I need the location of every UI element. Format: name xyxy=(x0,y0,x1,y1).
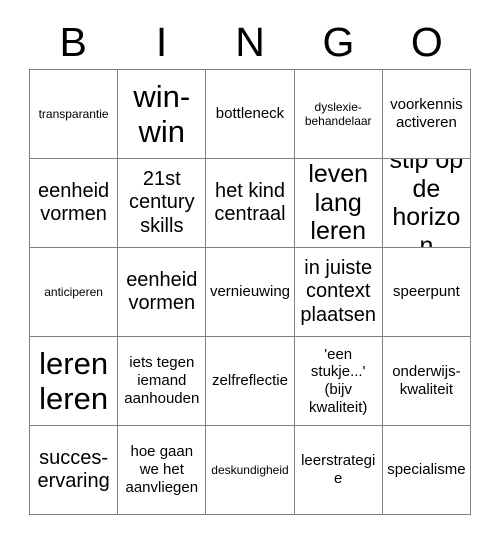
bingo-cell[interactable]: zelfreflectie xyxy=(206,337,295,426)
header-letter-b: B xyxy=(59,19,87,65)
bingo-cell-text: leren leren xyxy=(39,345,109,416)
bingo-cell[interactable]: 'een stukje...' (bijv kwaliteit) xyxy=(294,337,383,426)
bingo-cell[interactable]: win-win xyxy=(118,70,207,159)
bingo-cell[interactable]: speerpunt xyxy=(382,248,471,337)
bingo-cell-text: hoe gaan we het aanvliegen xyxy=(125,443,199,496)
bingo-cell[interactable]: vernieuwing xyxy=(206,248,295,337)
header-letter-g: G xyxy=(322,19,355,65)
header-letter-i: I xyxy=(155,19,168,65)
bingo-cell[interactable]: hoe gaan we het aanvliegen xyxy=(118,426,207,515)
bingo-cell-text: eenheid vormen xyxy=(126,268,198,314)
bingo-cell-text: 'een stukje...' (bijv kwaliteit) xyxy=(309,345,368,416)
bingo-cell-text: anticiperen xyxy=(44,284,103,299)
bingo-cell-text: iets tegen iemand aanhouden xyxy=(124,354,200,407)
bingo-cell[interactable]: voorkennis activeren xyxy=(382,70,471,159)
bingo-cell-text: succes-ervaring xyxy=(37,446,110,492)
bingo-cell-text: speerpunt xyxy=(393,283,460,301)
bingo-cell[interactable]: leren leren xyxy=(30,337,119,426)
bingo-cell[interactable]: transparantie xyxy=(30,70,119,159)
bingo-header: B I N G O xyxy=(29,16,471,68)
bingo-grid: transparantie win-win bottleneck dyslexi… xyxy=(29,69,471,515)
bingo-cell-text: eenheid vormen xyxy=(38,179,110,225)
bingo-cell[interactable]: bottleneck xyxy=(206,70,295,159)
bingo-cell[interactable]: eenheid vormen xyxy=(30,159,119,248)
bingo-cell[interactable]: specialisme xyxy=(382,426,471,515)
header-letter-n: N xyxy=(235,19,265,65)
header-letter-o: O xyxy=(410,19,443,65)
bingo-cell-text: dyslexie-behandelaar xyxy=(304,99,372,128)
bingo-cell-text: vernieuwing xyxy=(209,283,291,301)
bingo-cell-text: transparantie xyxy=(38,106,109,121)
bingo-cell-text: het kind centraal xyxy=(214,179,286,225)
bingo-cell-text: bottleneck xyxy=(215,105,285,123)
bingo-cell-text: stip op de horizon xyxy=(389,159,464,248)
bingo-cell-text: onderwijs-kwaliteit xyxy=(392,363,461,398)
bingo-cell[interactable]: leven lang leren xyxy=(294,159,383,248)
bingo-cell[interactable]: succes-ervaring xyxy=(30,426,119,515)
bingo-cell[interactable]: het kind centraal xyxy=(206,159,295,248)
bingo-cell-text: 21st century skills xyxy=(128,168,195,237)
bingo-cell[interactable]: anticiperen xyxy=(30,248,119,337)
bingo-cell-text: win-win xyxy=(133,78,191,149)
bingo-cell[interactable]: iets tegen iemand aanhouden xyxy=(118,337,207,426)
bingo-card: B I N G O transparantie win-win bottlene… xyxy=(0,0,500,544)
bingo-cell-text: deskundigheid xyxy=(211,462,289,477)
bingo-cell-text: voorkennis activeren xyxy=(390,96,463,131)
bingo-cell[interactable]: onderwijs-kwaliteit xyxy=(382,337,471,426)
bingo-cell[interactable]: deskundigheid xyxy=(206,426,295,515)
bingo-cell[interactable]: leerstrategie xyxy=(294,426,383,515)
bingo-cell[interactable]: in juiste context plaatsen xyxy=(294,248,383,337)
bingo-cell-text: specialisme xyxy=(387,461,466,479)
bingo-cell[interactable]: eenheid vormen xyxy=(118,248,207,337)
bingo-cell[interactable]: dyslexie-behandelaar xyxy=(294,70,383,159)
bingo-cell-text: leven lang leren xyxy=(308,160,369,246)
bingo-cell[interactable]: stip op de horizon xyxy=(382,159,471,248)
bingo-cell-text: in juiste context plaatsen xyxy=(300,257,376,326)
bingo-cell-text: leerstrategie xyxy=(301,452,376,487)
bingo-cell-text: zelfreflectie xyxy=(212,372,288,390)
bingo-cell[interactable]: 21st century skills xyxy=(118,159,207,248)
